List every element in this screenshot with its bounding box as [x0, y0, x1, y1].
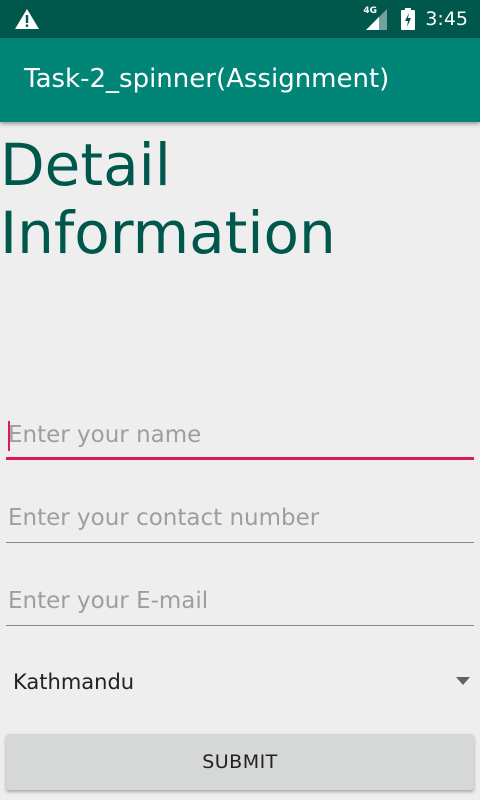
city-spinner[interactable]: Kathmandu [0, 660, 480, 708]
contact-field-underline [6, 542, 474, 543]
email-input[interactable] [6, 578, 474, 624]
email-field [6, 578, 474, 626]
battery-charging-icon [401, 8, 416, 30]
email-field-underline [6, 625, 474, 626]
clock-time: 3:45 [425, 8, 468, 30]
status-bar: 4G 3:45 [0, 0, 480, 38]
status-icons: 4G 3:45 [363, 0, 468, 38]
heading-line-1: Detail [0, 131, 171, 199]
page-heading: Detail Information [0, 131, 480, 267]
text-cursor [8, 421, 10, 451]
app-bar: Task-2_spinner(Assignment) [0, 38, 480, 122]
name-field [6, 412, 474, 460]
app-title: Task-2_spinner(Assignment) [24, 64, 390, 94]
heading-line-2: Information [0, 199, 336, 267]
name-field-underline [6, 457, 474, 460]
name-input[interactable] [6, 412, 474, 458]
contact-number-input[interactable] [6, 495, 474, 541]
submit-button[interactable]: SUBMIT [6, 734, 474, 790]
dropdown-arrow-icon [456, 677, 470, 685]
signal-icon: 4G [363, 6, 389, 32]
contact-field [6, 495, 474, 543]
spinner-selected-value: Kathmandu [13, 670, 135, 694]
warning-icon [15, 9, 39, 29]
